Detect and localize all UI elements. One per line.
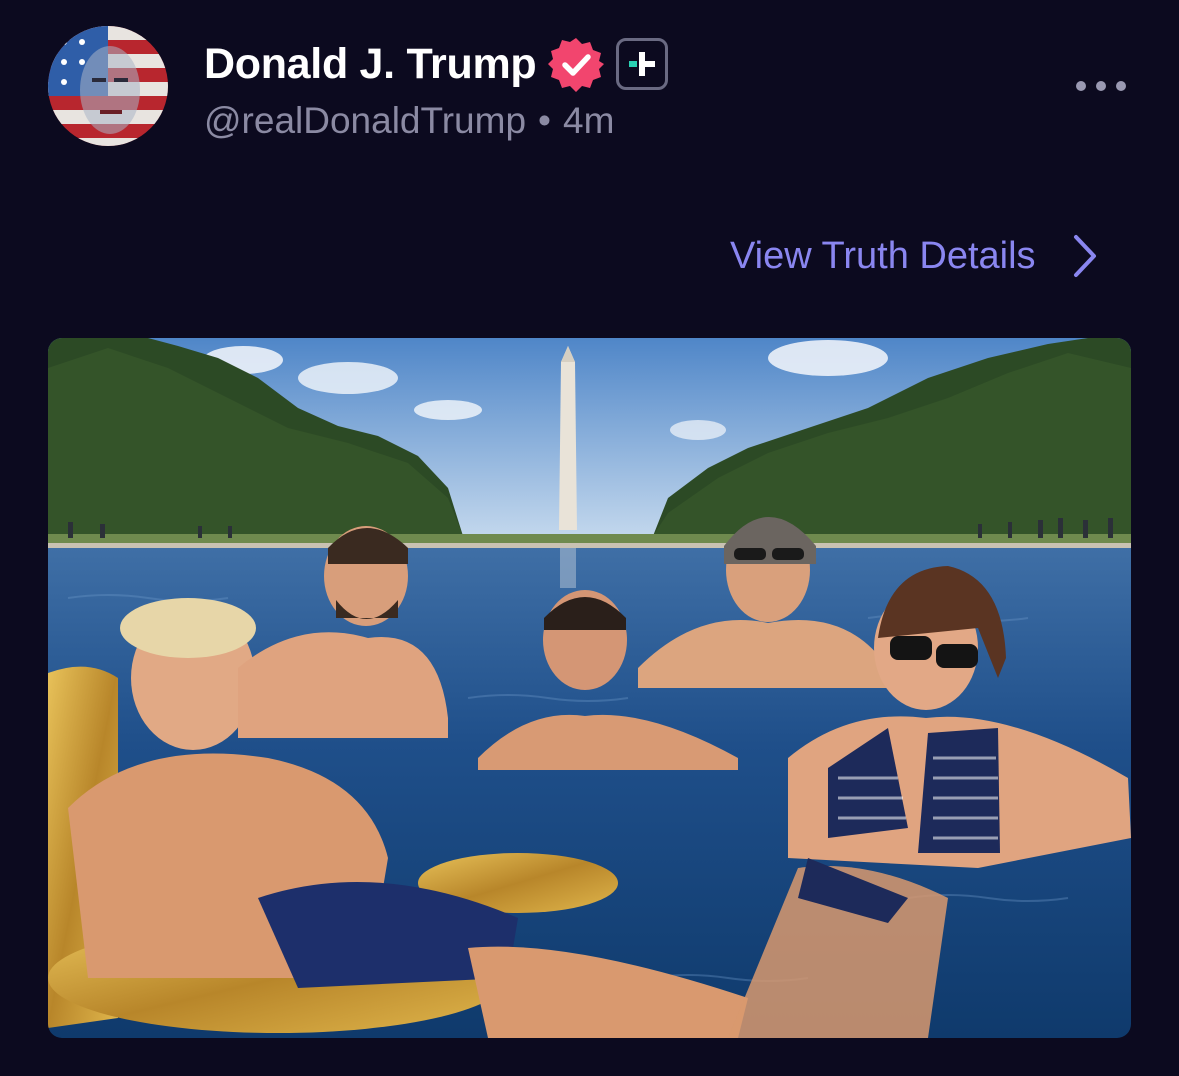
- view-truth-details-link[interactable]: View Truth Details: [730, 228, 1100, 284]
- author-meta: @realDonaldTrump • 4m: [204, 100, 614, 142]
- reflecting-pool-photo: [48, 338, 1131, 1038]
- meta-separator: •: [538, 100, 552, 141]
- author-name-row: Donald J. Trump: [204, 36, 669, 92]
- post-image[interactable]: [48, 338, 1131, 1038]
- more-dot: [1096, 81, 1106, 91]
- plus-icon: [629, 52, 656, 76]
- author-handle[interactable]: @realDonaldTrump: [204, 100, 526, 141]
- chevron-right-icon: [1073, 235, 1096, 277]
- avatar[interactable]: [48, 26, 168, 146]
- view-truth-details-label: View Truth Details: [730, 234, 1036, 277]
- post-timestamp: 4m: [563, 100, 615, 141]
- author-display-name[interactable]: Donald J. Trump: [204, 40, 537, 89]
- more-dot: [1116, 81, 1126, 91]
- verified-badge-icon: [548, 38, 605, 92]
- more-dot: [1076, 81, 1086, 91]
- more-options-icon[interactable]: [1076, 72, 1126, 100]
- truth-post: Donald J. Trump @realDonaldTrump • 4m View…: [0, 0, 1179, 1076]
- truth-plus-badge: [616, 38, 669, 90]
